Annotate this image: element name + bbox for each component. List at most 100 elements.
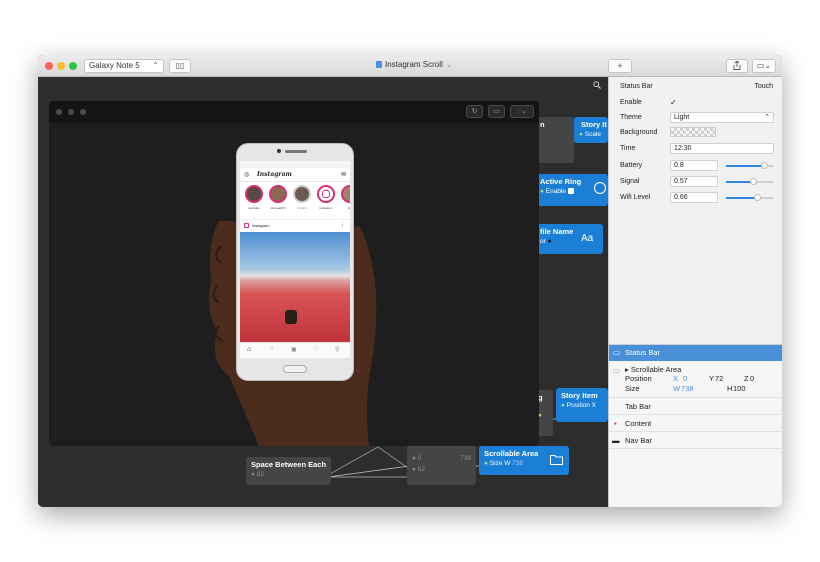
story-avatar[interactable] (341, 185, 350, 203)
wifi-slider[interactable] (726, 194, 773, 201)
status-bar (240, 161, 350, 168)
preview-minimize-dot[interactable] (68, 109, 74, 115)
patch-canvas[interactable]: n Story It ● Scale Active Ring ● Enable … (38, 77, 608, 507)
color-dot-icon: ● (547, 238, 552, 245)
battery-field[interactable]: 0.8 (670, 160, 718, 171)
rotate-device-button[interactable]: ▯▯ (169, 59, 191, 73)
add-button[interactable]: + (608, 59, 632, 73)
chevron-updown-icon: ⌃ (152, 61, 159, 70)
disclosure-triangle-icon[interactable]: ▸ (625, 365, 629, 374)
patch-port-scale[interactable]: ● Scale (574, 129, 608, 140)
phone-screen[interactable]: ◎ Instagram ✉ donhobo danyaahhh shhabs i… (240, 161, 350, 358)
device-label: Galaxy Note 5 (89, 61, 140, 70)
patch-node-profile-name[interactable]: file Name or ● Aa (535, 224, 603, 254)
story-avatar[interactable] (317, 185, 335, 203)
pos-z-value[interactable]: 0 (750, 374, 754, 383)
background-label: Background (620, 129, 658, 136)
home-button[interactable] (283, 365, 307, 373)
layer-title: ▸ Scrollable Area (625, 365, 682, 374)
layout-icon: ▭⌄ (756, 61, 772, 70)
patch-node-story-item[interactable]: Story It ● Scale (574, 117, 608, 143)
patch-node-active-ring[interactable]: Active Ring ● Enable (535, 174, 608, 206)
document-title[interactable]: Instagram Scroll (385, 60, 443, 69)
port-dot-icon: ● (579, 131, 583, 138)
layer-tab-bar[interactable]: Tab Bar (609, 399, 782, 415)
camera-icon[interactable]: ▣ (291, 346, 297, 353)
app-window: Galaxy Note 5 ⌃ ▯▯ Instagram Scroll ⌄ + ▭… (38, 55, 782, 507)
preview-zoom-dot[interactable] (80, 109, 86, 115)
camera-icon[interactable]: ◎ (244, 171, 249, 178)
patch-node-story-item-2[interactable]: Story Item ● Position X (556, 388, 608, 422)
patch-port-value[interactable]: ● 82 (246, 469, 331, 480)
battery-slider[interactable] (726, 162, 773, 169)
home-icon[interactable]: ⌂ (247, 346, 251, 353)
background-color-well[interactable] (670, 127, 716, 137)
enable-checkbox[interactable]: ✓ (670, 98, 677, 107)
post-username[interactable]: instagram (252, 223, 270, 228)
size-row: Size W 738 H 100 (625, 384, 746, 393)
phone-speaker (285, 150, 307, 153)
theme-value: Light (674, 114, 690, 121)
record-button[interactable]: ▭ (488, 105, 505, 118)
theme-select[interactable]: Light ⌃ (670, 112, 774, 123)
story-avatar[interactable] (293, 185, 311, 203)
prototype-preview: ↻ ▭ ◌⌄ ◎ Instagram ✉ donhobo danyaahhh s… (49, 101, 539, 446)
pos-y-value[interactable]: 72 (715, 374, 723, 383)
slider-knob[interactable] (760, 162, 768, 169)
patch-port-in-2[interactable]: ● 82 (407, 464, 476, 475)
story-label: shhabs (297, 206, 307, 210)
chevron-down-icon[interactable]: ⌄ (446, 60, 453, 69)
add-label: + (617, 61, 623, 71)
heart-icon[interactable]: ♡ (313, 346, 318, 353)
patch-port-in-1[interactable]: ● 0 738 (407, 445, 476, 464)
preview-close-dot[interactable] (56, 109, 62, 115)
reload-icon: ↻ (471, 108, 478, 115)
size-w-value[interactable]: 738 (681, 384, 694, 393)
story-avatar[interactable] (269, 185, 287, 203)
time-field[interactable]: 12:30 (670, 143, 774, 154)
story-avatar[interactable] (245, 185, 263, 203)
folder-icon (550, 455, 563, 465)
patch-port-position-x[interactable]: ● Position X (556, 400, 608, 411)
instagram-header: ◎ Instagram ✉ (240, 168, 350, 182)
preview-settings-button[interactable]: ◌⌄ (510, 105, 534, 118)
more-icon[interactable]: ⋮ (340, 222, 345, 228)
patch-node-space-between-each[interactable]: Space Between Each ● 82 (246, 457, 331, 485)
patch-node-multiply[interactable]: ● 0 738 ● 82 (407, 445, 476, 485)
slider-knob[interactable] (754, 194, 762, 201)
document-icon (376, 61, 382, 68)
layer-scrollable-area[interactable]: ▭ ▸ Scrollable Area Position X0 Y 72 Z0 S… (609, 362, 782, 398)
layer-status-bar[interactable]: ▭ Status Bar (609, 345, 782, 361)
layout-menu-button[interactable]: ▭⌄ (752, 59, 776, 73)
text-icon: Aa (581, 233, 594, 244)
size-h-value[interactable]: 100 (733, 384, 746, 393)
signal-field[interactable]: 0.57 (670, 176, 718, 187)
layer-content[interactable]: ▪ Content (609, 416, 782, 432)
layer-nav-bar[interactable]: ▬ Nav Bar (609, 433, 782, 449)
battery-label: Battery (620, 162, 643, 169)
theme-label: Theme (620, 114, 642, 121)
camera-icon: ▭ (493, 108, 500, 115)
share-button[interactable] (726, 59, 748, 73)
window-title: Instagram Scroll ⌄ (376, 60, 453, 69)
reload-button[interactable]: ↻ (466, 105, 483, 118)
title-bar: Galaxy Note 5 ⌃ ▯▯ Instagram Scroll ⌄ + ▭… (38, 55, 782, 77)
chevron-updown-icon: ⌃ (764, 114, 770, 121)
enable-checkbox[interactable] (567, 188, 574, 194)
patch-node-title: Story It (581, 120, 607, 129)
device-select[interactable]: Galaxy Note 5 ⌃ (84, 59, 164, 73)
story-label: donhobo (248, 206, 260, 210)
touch-toggle[interactable]: Touch (754, 83, 773, 90)
pos-x-value[interactable]: 0 (683, 374, 687, 383)
search-icon[interactable]: ○ (270, 346, 274, 352)
minimize-window-button[interactable] (57, 62, 65, 70)
slider-knob[interactable] (749, 178, 757, 185)
profile-icon[interactable]: ⚲ (335, 346, 339, 353)
signal-slider[interactable] (726, 178, 773, 185)
post-photo (240, 232, 350, 342)
close-window-button[interactable] (45, 62, 53, 70)
inbox-icon[interactable]: ✉ (341, 171, 346, 178)
wifi-field[interactable]: 0.66 (670, 192, 718, 203)
patch-node-scrollable-area[interactable]: Scrollable Area ● Size W 738 (479, 446, 569, 475)
zoom-window-button[interactable] (69, 62, 77, 70)
